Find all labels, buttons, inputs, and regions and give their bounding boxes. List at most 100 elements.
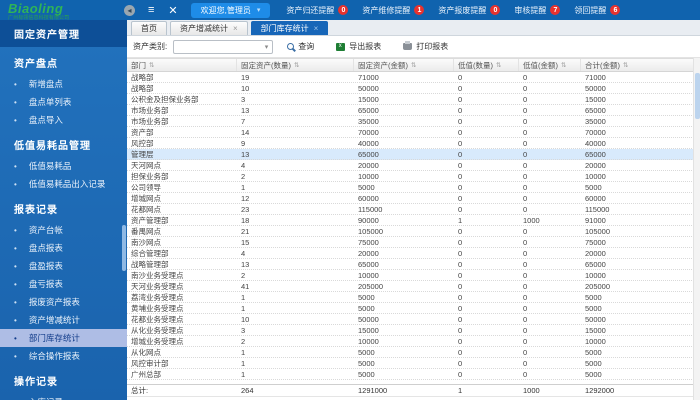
table-cell: 0 (519, 149, 581, 159)
table-row[interactable]: 管理层13650000065000 (127, 149, 700, 160)
sidebar-item-盘盈报表[interactable]: •盘盈报表 (0, 257, 127, 275)
table-row[interactable]: 从化网点15000005000 (127, 347, 700, 358)
table-cell: 50000 (354, 314, 454, 324)
sidebar-item-报废资产报表[interactable]: •报废资产报表 (0, 293, 127, 311)
tab-资产增减统计[interactable]: 资产增减统计× (170, 21, 248, 35)
table-cell: 0 (454, 149, 519, 159)
tab-部门库存统计[interactable]: 部门库存统计× (251, 21, 329, 35)
table-row[interactable]: 荔湾业务受理点15000005000 (127, 292, 700, 303)
table-cell: 天河网点 (127, 160, 237, 170)
sidebar-item-盘点导入[interactable]: •盘点导入 (0, 111, 127, 129)
table-row[interactable]: 增城业务受理点2100000010000 (127, 336, 700, 347)
table-cell: 黄埔业务受理点 (127, 303, 237, 313)
table-cell: 40000 (581, 138, 700, 148)
tab-首页[interactable]: 首页 (131, 21, 167, 35)
table-row[interactable]: 风控部9400000040000 (127, 138, 700, 149)
sidebar-item-盘点单列表[interactable]: •盘点单列表 (0, 93, 127, 111)
notification-link[interactable]: 资产维修提醒1 (362, 5, 424, 16)
column-header[interactable]: 合计(金额)⇅ (581, 59, 700, 71)
table-row[interactable]: 从化业务受理点3150000015000 (127, 325, 700, 336)
table-cell: 战略部 (127, 83, 237, 93)
table-row[interactable]: 南沙业务受理点2100000010000 (127, 270, 700, 281)
search-button[interactable]: 查询 (279, 41, 322, 52)
export-report-button[interactable]: 导出报表 (328, 41, 389, 52)
tab-close-icon[interactable]: × (233, 24, 238, 33)
table-row[interactable]: 天河业务受理点4120500000205000 (127, 281, 700, 292)
sidebar-item-新增盘点[interactable]: •新增盘点 (0, 75, 127, 93)
table-row[interactable]: 天河网点4200000020000 (127, 160, 700, 171)
table-scrollbar-thumb[interactable] (695, 73, 700, 119)
user-menu-button[interactable]: 欢迎您,管理员 ▾ (191, 3, 271, 18)
table-row[interactable]: 资产部14700000070000 (127, 127, 700, 138)
table-row[interactable]: 综合管理部4200000020000 (127, 248, 700, 259)
column-header[interactable]: 低值(金额)⇅ (519, 59, 581, 71)
sidebar-item-入库记录[interactable]: •入库记录 (0, 393, 127, 400)
table-cell: 0 (454, 248, 519, 258)
table-cell: 35000 (354, 116, 454, 126)
table-row[interactable]: 黄埔业务受理点15000005000 (127, 303, 700, 314)
table-cell: 1 (237, 303, 354, 313)
column-header[interactable]: 部门⇅ (127, 59, 237, 71)
table-row[interactable]: 资产管理部18900001100091000 (127, 215, 700, 226)
table-row[interactable]: 市场业务部7350000035000 (127, 116, 700, 127)
close-icon[interactable]: ✕ (168, 4, 177, 17)
table-row[interactable]: 战略部10500000050000 (127, 83, 700, 94)
table-row[interactable]: 公司领导15000005000 (127, 182, 700, 193)
notification-link[interactable]: 资产报废提醒0 (438, 5, 500, 16)
table-row[interactable]: 战略部19710000071000 (127, 72, 700, 83)
table-cell: 0 (454, 314, 519, 324)
table-cell: 风控部 (127, 138, 237, 148)
table-row[interactable]: 花都业务受理点10500000050000 (127, 314, 700, 325)
table-row[interactable]: 增城网点12600000060000 (127, 193, 700, 204)
table-row[interactable]: 番禺网点2110500000105000 (127, 226, 700, 237)
table-row[interactable]: 风控审计部15000005000 (127, 358, 700, 369)
table-cell: 资产部 (127, 127, 237, 137)
sidebar-item-低值易耗品出入记录[interactable]: •低值易耗品出入记录 (0, 175, 127, 193)
table-row[interactable]: 公积金及担保业务部3150000015000 (127, 94, 700, 105)
menu-icon[interactable]: ≡ (148, 4, 154, 16)
sidebar-item-低值易耗品[interactable]: •低值易耗品 (0, 157, 127, 175)
table-row[interactable]: 花都网点2311500000115000 (127, 204, 700, 215)
sidebar-item-盘点报表[interactable]: •盘点报表 (0, 239, 127, 257)
tab-bar: 首页资产增减统计×部门库存统计× (127, 20, 700, 36)
table-row[interactable]: 市场业务部13650000065000 (127, 105, 700, 116)
sidebar-item-部门库存统计[interactable]: •部门库存统计 (0, 329, 127, 347)
table-cell: 1000 (519, 215, 581, 225)
table-cell: 0 (519, 127, 581, 137)
notification-link[interactable]: 资产归还提醒0 (286, 5, 348, 16)
table-cell: 41 (237, 281, 354, 291)
sidebar-section-header: 低值易耗品管理 (0, 129, 127, 157)
table-scrollbar[interactable] (693, 58, 700, 400)
print-report-button[interactable]: 打印报表 (395, 41, 456, 52)
sidebar-item-资产增减统计[interactable]: •资产增减统计 (0, 311, 127, 329)
print-button-label: 打印报表 (416, 41, 448, 52)
sidebar-collapse-button[interactable]: ◂ (124, 5, 135, 16)
table-cell: 65000 (581, 149, 700, 159)
column-header[interactable]: 固定资产(数量)⇅ (237, 59, 354, 71)
table-row[interactable]: 担保业务部2100000010000 (127, 171, 700, 182)
sidebar-section-header: 操作记录 (0, 365, 127, 393)
notification-area: 资产归还提醒0 资产维修提醒1 资产报废提醒0 审核提醒7 领回提醒6 (286, 5, 620, 16)
sort-icon: ⇅ (623, 61, 628, 69)
table-cell: 205000 (354, 281, 454, 291)
asset-category-label: 资产类别: (133, 41, 167, 52)
table-row[interactable]: 广州总部15000005000 (127, 369, 700, 380)
tab-close-icon[interactable]: × (314, 24, 319, 33)
notification-link[interactable]: 审核提醒7 (514, 5, 560, 16)
column-header[interactable]: 固定资产(金额)⇅ (354, 59, 454, 71)
sidebar-scrollbar[interactable] (122, 225, 126, 271)
notification-link[interactable]: 领回提醒6 (574, 5, 620, 16)
sidebar-item-综合操作报表[interactable]: •综合操作报表 (0, 347, 127, 365)
sidebar-item-label: 盘点单列表 (29, 96, 72, 108)
asset-category-select[interactable]: ▾ (173, 40, 273, 54)
sort-icon: ⇅ (496, 61, 501, 69)
sidebar-item-资产台帐[interactable]: •资产台帐 (0, 221, 127, 239)
table-cell: 0 (454, 204, 519, 214)
table-row[interactable]: 南沙网点15750000075000 (127, 237, 700, 248)
table-cell: 0 (454, 94, 519, 104)
table-row[interactable]: 战略管理部13650000065000 (127, 259, 700, 270)
sidebar-item-盘亏报表[interactable]: •盘亏报表 (0, 275, 127, 293)
column-header[interactable]: 低值(数量)⇅ (454, 59, 519, 71)
table-cell: 21 (237, 226, 354, 236)
notification-badge: 1 (414, 5, 424, 15)
